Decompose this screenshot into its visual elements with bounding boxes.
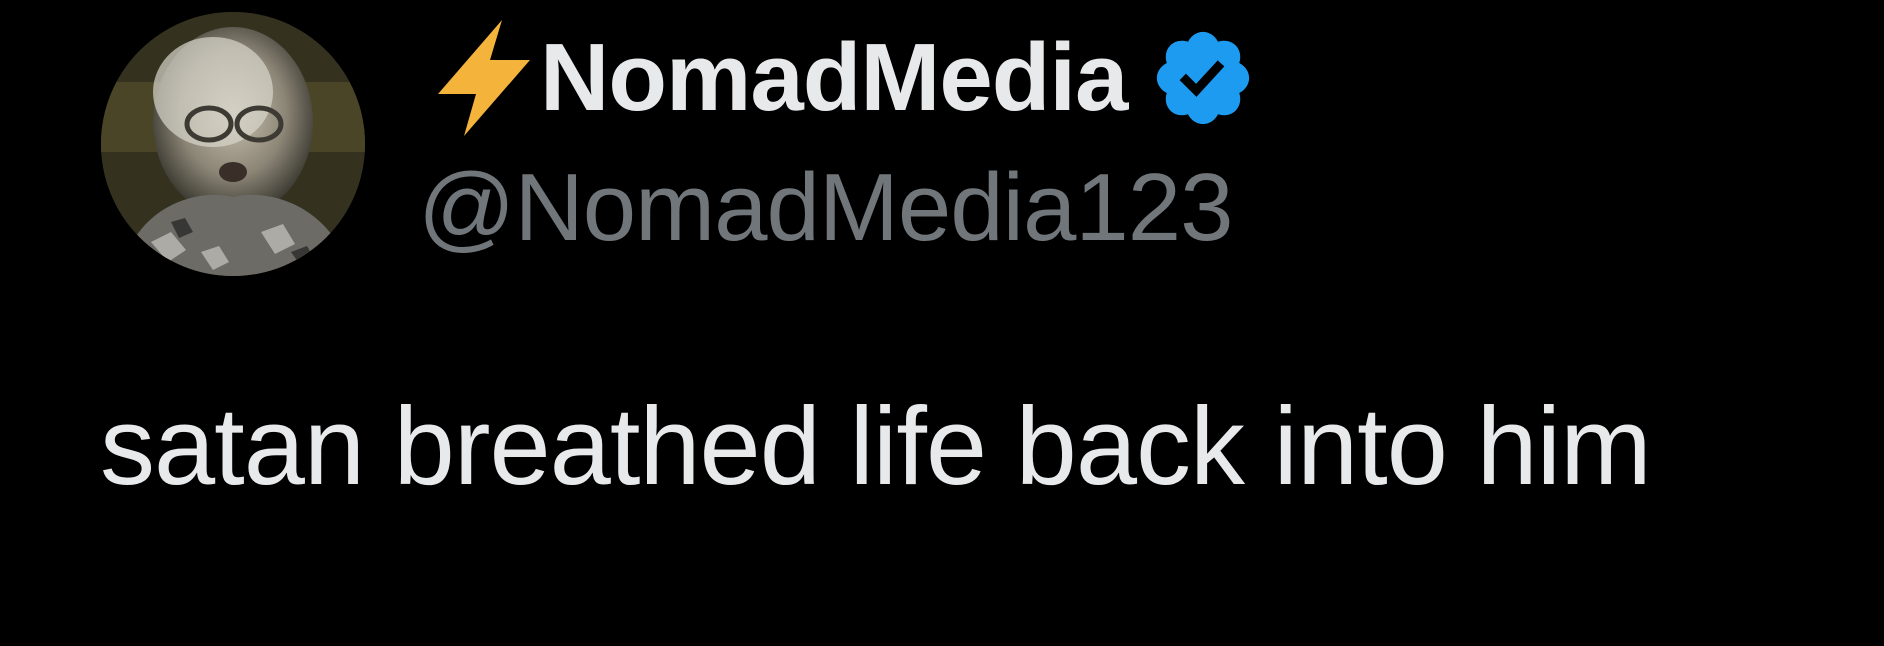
author-display-name[interactable]: NomadMedia bbox=[540, 30, 1128, 126]
author-handle[interactable]: @NomadMedia123 bbox=[418, 160, 1234, 256]
author-name-row[interactable]: NomadMedia bbox=[430, 16, 1257, 140]
lightning-bolt-icon bbox=[430, 16, 538, 140]
tweet-text: satan breathed life back into him bbox=[100, 385, 1652, 508]
tweet-card: NomadMedia @NomadMedia123 satan breathed… bbox=[0, 0, 1884, 646]
avatar-image bbox=[101, 12, 365, 276]
verified-badge-icon[interactable] bbox=[1149, 24, 1257, 132]
avatar[interactable] bbox=[101, 12, 365, 276]
